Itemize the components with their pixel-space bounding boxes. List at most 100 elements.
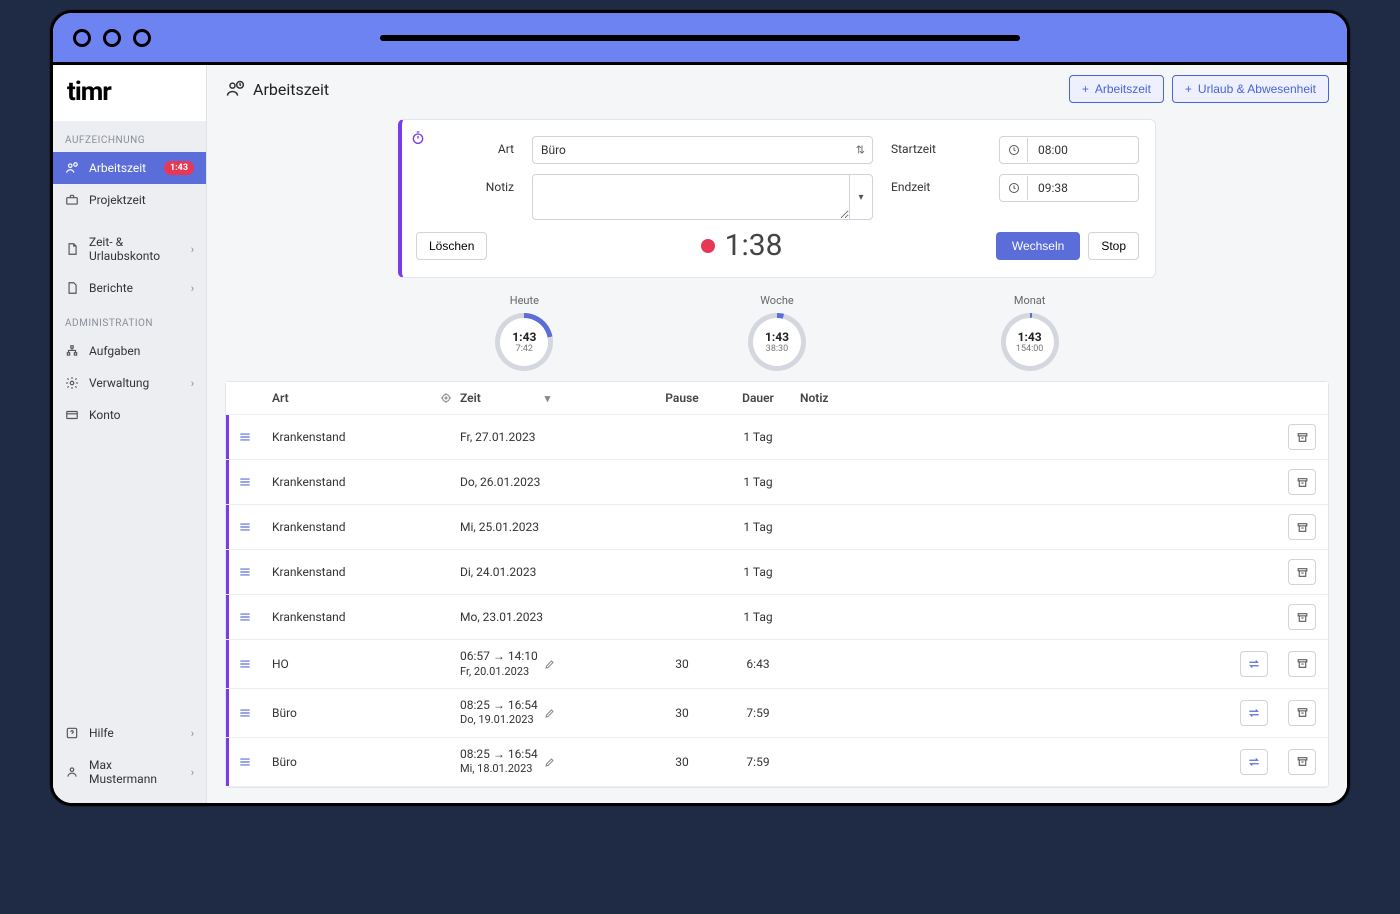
records-table: Art Zeit ▾ Pause Dauer Notiz <box>225 381 1329 788</box>
sidebar-item-berichte[interactable]: Berichte › <box>53 272 206 304</box>
col-art[interactable]: Art <box>272 391 289 405</box>
cell-pause: 30 <box>648 706 716 720</box>
gauge-ring: 1:43 7:42 <box>495 313 553 371</box>
sidebar-item-projektzeit[interactable]: Projektzeit <box>53 184 206 216</box>
logo: timr <box>67 77 111 107</box>
traffic-light[interactable] <box>133 29 151 47</box>
cell-dauer: 1 Tag <box>724 565 792 579</box>
add-absence-button[interactable]: + Urlaub & Abwesenheit <box>1172 75 1329 103</box>
logo-box: timr <box>53 65 206 121</box>
url-bar <box>380 35 1020 41</box>
cell-zeit: Do, 26.01.2023 <box>460 475 640 489</box>
cell-dauer: 1 Tag <box>724 430 792 444</box>
plus-icon: + <box>1185 82 1192 96</box>
col-dauer[interactable]: Dauer <box>724 391 792 405</box>
cell-dauer: 1 Tag <box>724 610 792 624</box>
col-pause[interactable]: Pause <box>648 391 716 405</box>
drag-handle-icon[interactable] <box>238 475 264 489</box>
table-row: Krankenstand Di, 24.01.2023 1 Tag <box>226 550 1328 595</box>
traffic-light[interactable] <box>103 29 121 47</box>
table-header: Art Zeit ▾ Pause Dauer Notiz <box>226 382 1328 415</box>
pencil-icon[interactable] <box>544 707 556 719</box>
gauge-label: Woche <box>760 294 794 307</box>
table-row: HO 06:57 → 14:10Fr, 20.01.2023 30 6:43 <box>226 640 1328 689</box>
cell-zeit: Mo, 23.01.2023 <box>460 610 640 624</box>
stop-button[interactable]: Stop <box>1088 232 1139 260</box>
archive-button[interactable] <box>1288 604 1316 630</box>
cell-art: HO <box>272 657 452 671</box>
switch-button[interactable]: Wechseln <box>996 232 1080 260</box>
pencil-icon[interactable] <box>544 658 556 670</box>
drag-handle-icon[interactable] <box>238 565 264 579</box>
sidebar-footer: Hilfe › Max Mustermann › <box>53 717 206 803</box>
stopwatch-icon <box>410 130 426 146</box>
topbar: Arbeitszeit + Arbeitszeit + Urlaub & Abw… <box>207 65 1347 113</box>
sidebar-item-konto[interactable]: Konto <box>53 399 206 431</box>
traffic-light[interactable] <box>73 29 91 47</box>
archive-button[interactable] <box>1288 514 1316 540</box>
col-notiz[interactable]: Notiz <box>800 391 1220 405</box>
drag-handle-icon[interactable] <box>238 520 264 534</box>
gauge-main-value: 1:43 <box>512 330 536 344</box>
archive-button[interactable] <box>1288 700 1316 726</box>
sidebar-item-hilfe[interactable]: Hilfe › <box>53 717 206 749</box>
sidebar-item-arbeitszeit[interactable]: Arbeitszeit 1:43 <box>53 152 206 184</box>
type-select[interactable]: Büro <box>532 136 873 164</box>
drag-handle-icon[interactable] <box>238 755 264 769</box>
archive-button[interactable] <box>1288 749 1316 775</box>
archive-button[interactable] <box>1288 651 1316 677</box>
drag-handle-icon[interactable] <box>238 610 264 624</box>
start-time-value: 08:00 <box>1028 137 1078 163</box>
archive-button[interactable] <box>1288 559 1316 585</box>
timer-badge: 1:43 <box>164 161 194 175</box>
start-label: Startzeit <box>891 136 981 156</box>
swap-button[interactable] <box>1240 651 1268 677</box>
start-time-input[interactable]: 08:00 <box>999 136 1139 164</box>
drag-handle-icon[interactable] <box>238 706 264 720</box>
sidebar-item-label: Zeit- & Urlaubskonto <box>89 235 181 263</box>
gauge-ring: 1:43 154:00 <box>1001 313 1059 371</box>
gauge-main-value: 1:43 <box>1016 330 1043 344</box>
swap-button[interactable] <box>1240 749 1268 775</box>
end-time-input[interactable]: 09:38 <box>999 174 1139 202</box>
archive-button[interactable] <box>1288 469 1316 495</box>
sidebar-item-user[interactable]: Max Mustermann › <box>53 749 206 795</box>
main-content: Arbeitszeit + Arbeitszeit + Urlaub & Abw… <box>207 65 1347 803</box>
swap-button[interactable] <box>1240 700 1268 726</box>
pencil-icon[interactable] <box>544 756 556 768</box>
archive-button[interactable] <box>1288 424 1316 450</box>
cell-zeit: Fr, 27.01.2023 <box>460 430 640 444</box>
sidebar-item-verwaltung[interactable]: Verwaltung › <box>53 367 206 399</box>
type-select-wrap: Büro ⇅ <box>532 136 873 164</box>
end-label: Endzeit <box>891 174 981 194</box>
user-icon <box>65 765 79 779</box>
sidebar-item-label: Hilfe <box>89 726 114 740</box>
briefcase-icon <box>65 193 79 207</box>
gauge-sub-value: 154:00 <box>1016 344 1043 354</box>
document-icon <box>65 242 79 256</box>
cell-art: Krankenstand <box>272 520 452 534</box>
delete-button[interactable]: Löschen <box>416 232 487 260</box>
recording-dot-icon <box>701 239 715 253</box>
add-worktime-button[interactable]: + Arbeitszeit <box>1069 75 1164 103</box>
cell-dauer: 7:59 <box>724 706 792 720</box>
sidebar-item-zeitkonto[interactable]: Zeit- & Urlaubskonto › <box>53 226 206 272</box>
button-label: Arbeitszeit <box>1095 82 1151 96</box>
sidebar-item-label: Max Mustermann <box>89 758 181 786</box>
cell-dauer: 1 Tag <box>724 520 792 534</box>
drag-handle-icon[interactable] <box>238 657 264 671</box>
cell-dauer: 6:43 <box>724 657 792 671</box>
cell-zeit: 08:25 → 16:54Mi, 18.01.2023 <box>460 747 640 777</box>
target-icon[interactable] <box>440 392 452 404</box>
note-dropdown-button[interactable]: ▾ <box>849 174 873 220</box>
note-textarea[interactable] <box>532 174 849 220</box>
sidebar-item-aufgaben[interactable]: Aufgaben <box>53 335 206 367</box>
col-zeit-sortable[interactable]: Zeit ▾ <box>460 391 640 405</box>
top-actions: + Arbeitszeit + Urlaub & Abwesenheit <box>1069 75 1329 103</box>
app-shell: timr AUFZEICHNUNG Arbeitszeit 1:43 Proje… <box>53 65 1347 803</box>
clock-icon <box>1000 176 1028 200</box>
section-label-admin: ADMINISTRATION <box>53 304 206 335</box>
elapsed-value: 1:38 <box>725 228 783 263</box>
cell-art: Krankenstand <box>272 610 452 624</box>
drag-handle-icon[interactable] <box>238 430 264 444</box>
